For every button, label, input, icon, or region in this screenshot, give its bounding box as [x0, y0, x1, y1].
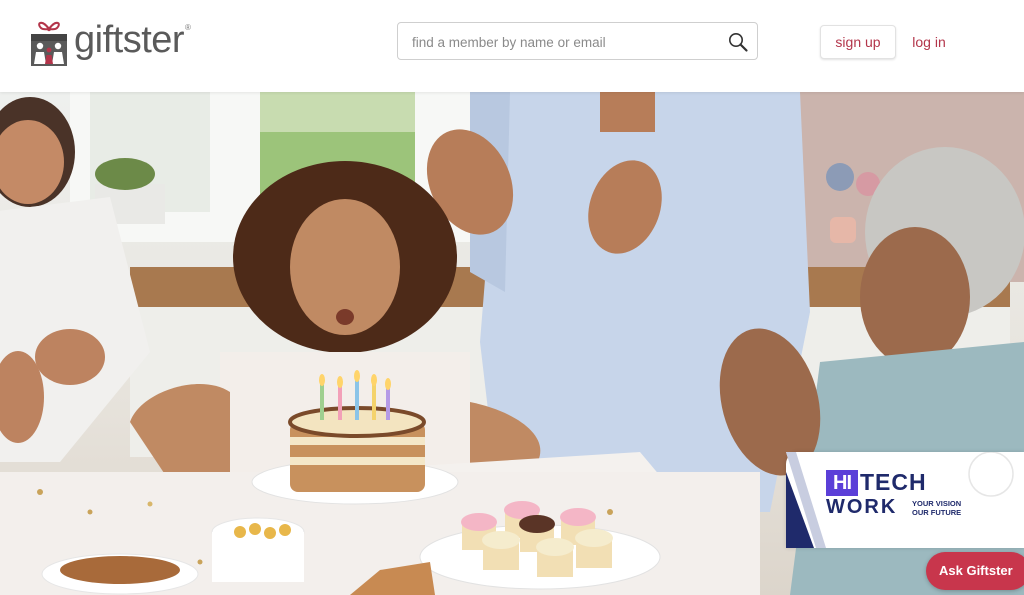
search-icon[interactable]	[727, 31, 749, 53]
member-search-input[interactable]	[412, 32, 712, 52]
badge-tagline-line1: YOUR VISION	[912, 499, 962, 508]
registered-mark: ®	[185, 22, 191, 32]
sign-up-button[interactable]: sign up	[820, 25, 896, 59]
logo-wordmark: giftster	[74, 18, 185, 61]
log-in-link[interactable]: log in	[906, 25, 952, 59]
badge-accent-stripe	[786, 452, 1024, 548]
hero-image: HI TECH WORK YOUR VISION OUR FUTURE	[0, 92, 1024, 595]
badge-tagline-line2: OUR FUTURE	[912, 508, 962, 517]
giftster-logo[interactable]: giftster ®	[28, 16, 191, 70]
ask-giftster-chat-button[interactable]: Ask Giftster	[926, 552, 1024, 590]
hitech-work-badge: HI TECH WORK YOUR VISION OUR FUTURE	[786, 452, 1024, 548]
badge-hi-mark: HI	[826, 470, 858, 496]
badge-tech-text: TECH	[860, 469, 927, 495]
badge-tagline: YOUR VISION OUR FUTURE	[912, 499, 961, 517]
member-search-box	[397, 22, 758, 60]
badge-work-text: WORK	[826, 496, 898, 518]
gift-box-icon	[31, 21, 67, 66]
top-nav-bar: giftster ® sign up log in	[0, 0, 1024, 92]
